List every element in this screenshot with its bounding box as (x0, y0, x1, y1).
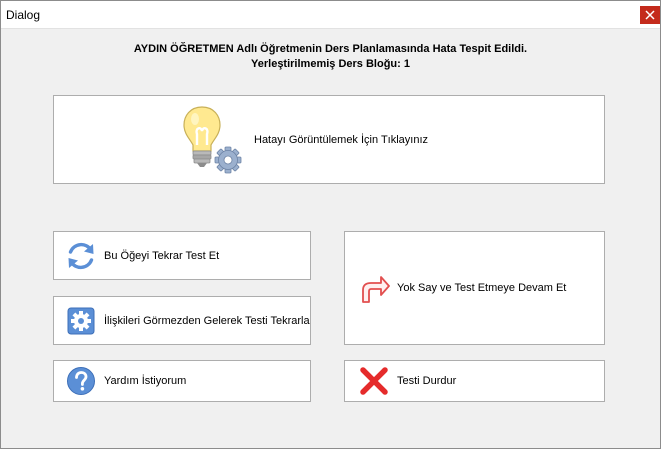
retest-item-label: Bu Öğeyi Tekrar Test Et (104, 249, 220, 262)
gear-icon (66, 306, 96, 336)
retest-ignore-relations-button[interactable]: İlişkileri Görmezden Gelerek Testi Tekra… (53, 296, 311, 345)
dialog-window: Dialog AYDIN ÖĞRETMEN Adlı Öğretmenin De… (0, 0, 661, 449)
question-icon (66, 366, 96, 396)
title-bar[interactable]: Dialog (1, 1, 660, 29)
close-button[interactable] (640, 6, 660, 24)
refresh-icon (66, 241, 96, 271)
ignore-and-continue-label: Yok Say ve Test Etmeye Devam Et (397, 282, 567, 294)
error-message: AYDIN ÖĞRETMEN Adlı Öğretmenin Ders Plan… (1, 42, 660, 72)
error-message-line-1: AYDIN ÖĞRETMEN Adlı Öğretmenin Ders Plan… (133, 43, 528, 55)
retest-ignore-relations-label: İlişkileri Görmezden Gelerek Testi Tekra… (104, 314, 310, 327)
retest-item-button[interactable]: Bu Öğeyi Tekrar Test Et (53, 231, 311, 280)
show-error-button[interactable]: Hatayı Görüntülemek İçin Tıklayınız (53, 95, 605, 184)
red-x-icon (357, 365, 391, 397)
error-message-line-2: Yerleştirilmemiş Ders Bloğu: 1 (251, 58, 410, 70)
stop-test-button[interactable]: Testi Durdur (344, 360, 605, 402)
help-button[interactable]: Yardım İstiyorum (53, 360, 311, 402)
lightbulb-gear-icon (182, 104, 244, 176)
redirect-arrow-icon (357, 272, 391, 304)
ignore-and-continue-button[interactable]: Yok Say ve Test Etmeye Devam Et (344, 231, 605, 345)
stop-test-label: Testi Durdur (397, 375, 457, 387)
close-icon (645, 10, 655, 20)
help-label: Yardım İstiyorum (104, 375, 187, 387)
show-error-label: Hatayı Görüntülemek İçin Tıklayınız (254, 133, 429, 146)
window-title: Dialog (6, 8, 41, 22)
